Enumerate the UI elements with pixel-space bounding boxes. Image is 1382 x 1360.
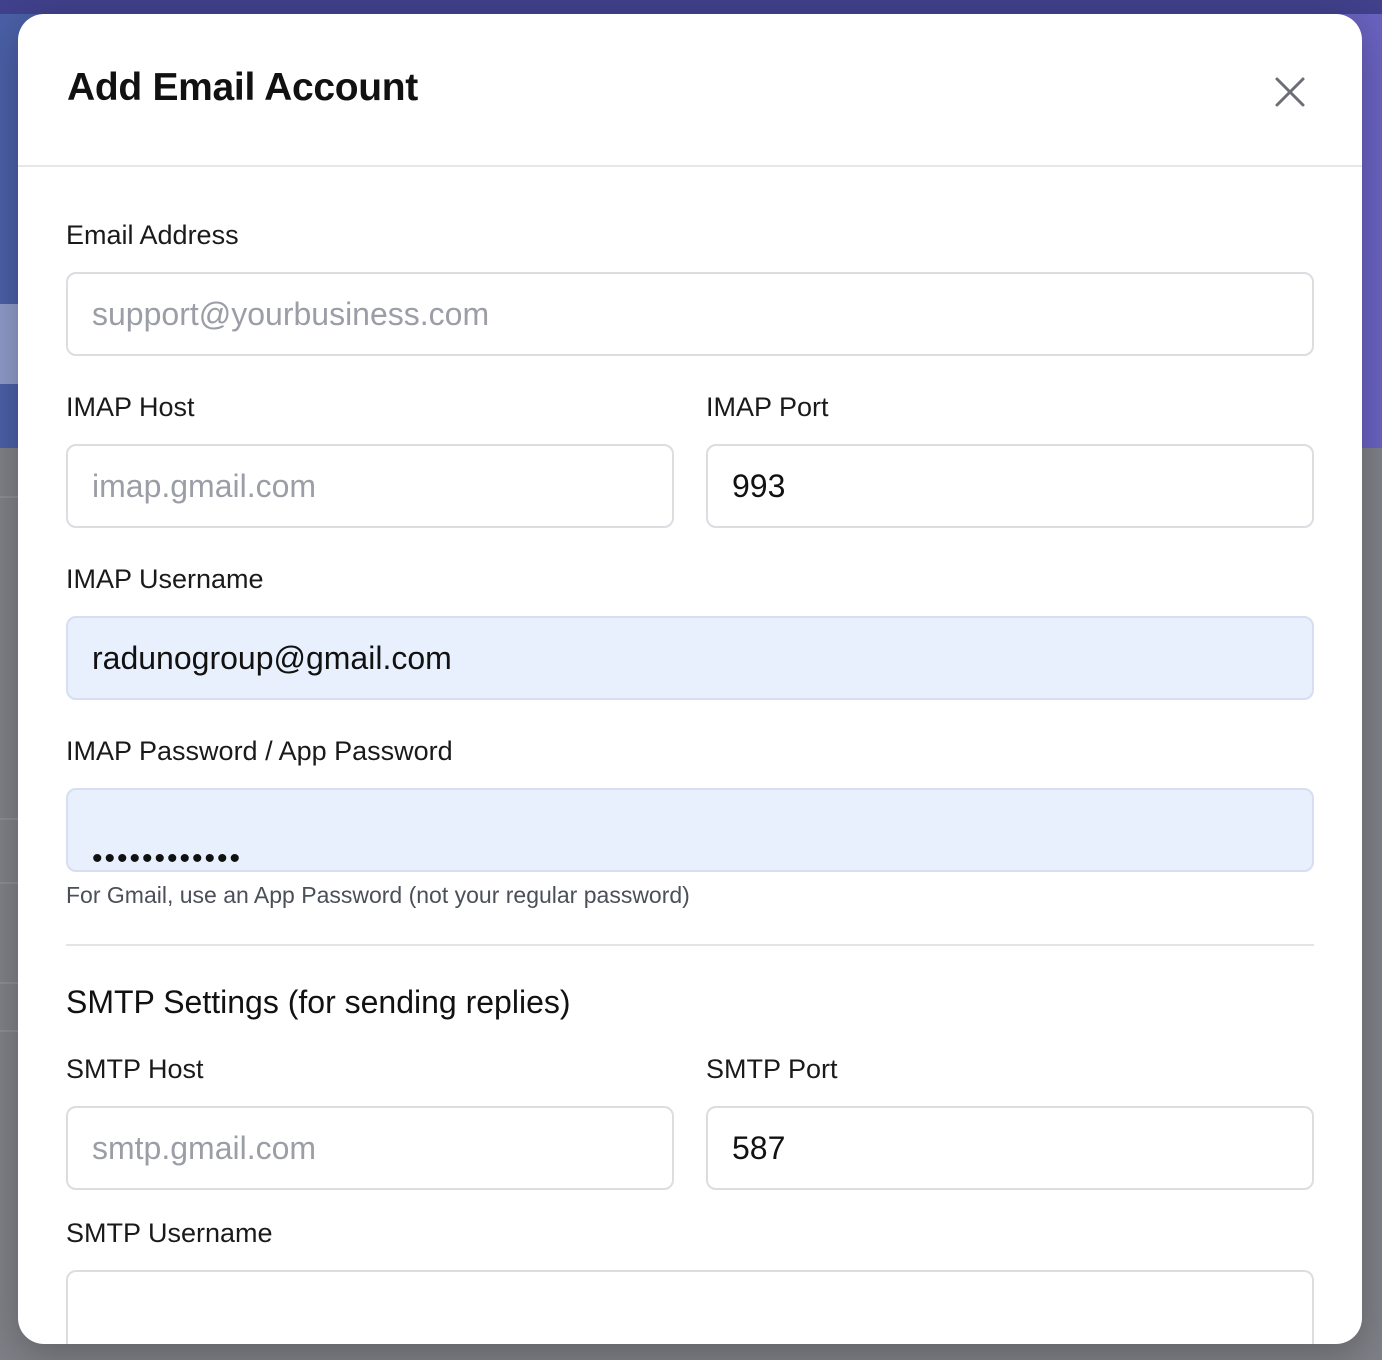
app-password-help-text: For Gmail, use an App Password (not your… bbox=[66, 882, 690, 908]
imap-host-input[interactable] bbox=[66, 444, 674, 528]
smtp-username-input[interactable] bbox=[66, 1270, 1314, 1344]
imap-port-label: IMAP Port bbox=[706, 392, 829, 422]
smtp-port-label: SMTP Port bbox=[706, 1054, 838, 1084]
smtp-port-input[interactable] bbox=[706, 1106, 1314, 1190]
modal-title: Add Email Account bbox=[67, 66, 418, 109]
smtp-host-label: SMTP Host bbox=[66, 1054, 204, 1084]
imap-host-label: IMAP Host bbox=[66, 392, 195, 422]
email-address-input[interactable] bbox=[66, 272, 1314, 356]
smtp-section-title: SMTP Settings (for sending replies) bbox=[66, 984, 571, 1020]
imap-port-input[interactable] bbox=[706, 444, 1314, 528]
imap-username-input[interactable] bbox=[66, 616, 1314, 700]
imap-password-label: IMAP Password / App Password bbox=[66, 736, 453, 766]
close-button[interactable] bbox=[1268, 70, 1312, 114]
imap-password-input[interactable] bbox=[66, 788, 1314, 872]
modal-header: Add Email Account bbox=[18, 14, 1362, 167]
add-email-account-modal: Add Email Account Email Address IMAP Hos… bbox=[18, 14, 1362, 1344]
email-address-label: Email Address bbox=[66, 220, 239, 250]
background-topbar bbox=[0, 0, 1382, 14]
imap-username-label: IMAP Username bbox=[66, 564, 264, 594]
smtp-host-input[interactable] bbox=[66, 1106, 674, 1190]
section-divider bbox=[66, 944, 1314, 946]
close-icon bbox=[1275, 77, 1305, 107]
smtp-username-label: SMTP Username bbox=[66, 1218, 273, 1248]
